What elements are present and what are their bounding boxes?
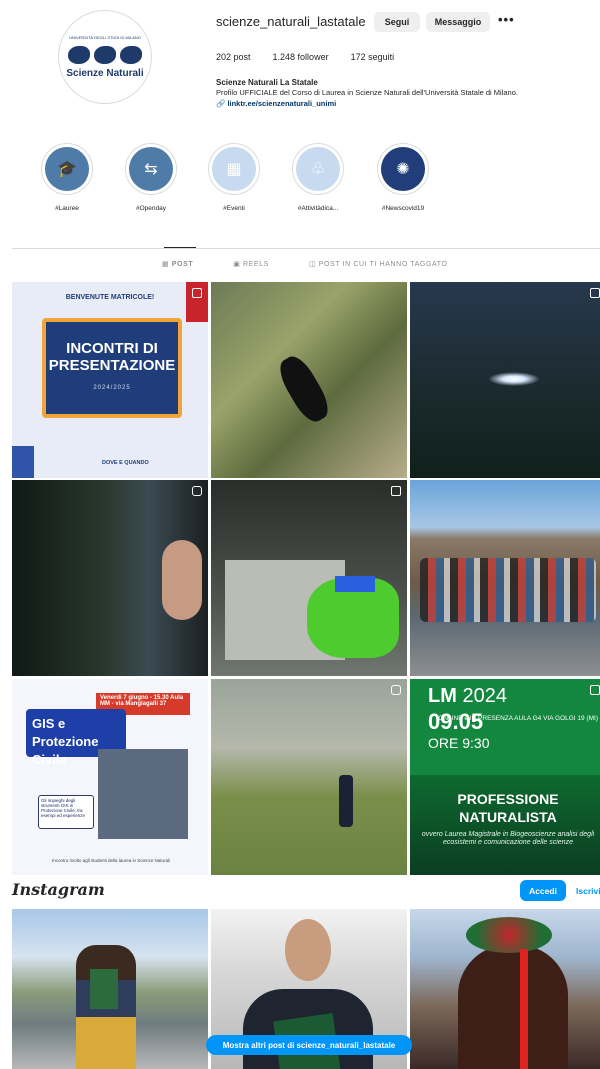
reel-icon xyxy=(192,486,202,496)
profile-username: scienze_naturali_lastatale xyxy=(216,14,366,29)
post-tile-7[interactable]: Venerdì 7 giugno - 15.30 Aula MM - via M… xyxy=(12,679,208,875)
highlight-label: #Newscovid19 xyxy=(381,205,425,212)
reel-icon xyxy=(391,685,401,695)
highlight-label: #Lauree xyxy=(55,205,79,212)
following-count[interactable]: 172 seguiti xyxy=(351,52,395,62)
show-more-posts-button[interactable]: Mostra altri post di scienze_naturali_la… xyxy=(206,1035,412,1055)
post-tile-4[interactable] xyxy=(12,480,208,676)
highlight-label: #Eventi xyxy=(223,205,245,212)
avatar-small-text: UNIVERSITÀ DEGLI STUDI DI MILANO xyxy=(69,35,141,40)
reels-icon: ▣ xyxy=(233,261,241,268)
bio-title: Scienze Naturali La Statale xyxy=(216,78,318,87)
group-photo xyxy=(420,558,596,622)
highlight-lauree[interactable]: 🎓 #Lauree xyxy=(41,143,93,212)
carousel-icon xyxy=(391,486,401,496)
posts-count: 202 post xyxy=(216,52,251,62)
profile-avatar[interactable]: UNIVERSITÀ DEGLI STUDI DI MILANO Scienze… xyxy=(58,10,152,104)
post-tile-9[interactable]: LM 2024 09.05 ORE 9:30 ONLINE e IN PRESE… xyxy=(410,679,600,875)
tab-reels[interactable]: ▣ REELS xyxy=(233,260,269,268)
avatar-text: Scienze Naturali xyxy=(66,68,144,79)
carousel-icon xyxy=(590,288,600,298)
post-year: 2024/2025 xyxy=(93,384,131,391)
grid-icon: ▦ xyxy=(162,261,170,268)
post-text: DOVE E QUANDO xyxy=(102,460,149,466)
headlamps-photo xyxy=(488,372,540,386)
graduation-cap-icon: 🎓 xyxy=(45,147,89,191)
follow-button[interactable]: Segui xyxy=(374,12,420,32)
post-time: ORE 9:30 xyxy=(428,735,490,751)
post-tile-12[interactable] xyxy=(410,909,600,1069)
more-options-icon[interactable]: ••• xyxy=(498,12,515,27)
bio-text: Profilo UFFICIALE del Corso di Laurea in… xyxy=(216,88,518,97)
post-tile-10[interactable] xyxy=(12,909,208,1069)
highlight-attivita[interactable]: ♧ #Attivitàdica... xyxy=(292,143,344,212)
post-tile-6[interactable] xyxy=(410,480,600,676)
followers-count[interactable]: 1.248 follower xyxy=(273,52,329,62)
highlight-label: #Openday xyxy=(136,205,166,212)
tree-icon: ♧ xyxy=(296,147,340,191)
hiker-photo xyxy=(339,775,353,827)
login-button[interactable]: Accedi xyxy=(520,880,566,901)
bio-link[interactable]: 🔗 linktr.ee/scienzenaturali_unimi xyxy=(216,99,336,108)
post-footer: Incontro rivolto agli studenti della lau… xyxy=(52,858,171,863)
tab-post[interactable]: ▦ POST xyxy=(162,260,193,268)
lecture-photo xyxy=(98,749,188,839)
signpost-icon: ⇆ xyxy=(129,147,173,191)
post-subtitle: ovvero Laurea Magistrale in Biogeoscienz… xyxy=(421,831,595,847)
post-text: BENVENUTE MATRICOLE! xyxy=(65,294,155,301)
instagram-logo[interactable]: Instagram xyxy=(12,880,105,899)
post-headline: INCONTRI DI PRESENTAZIONE xyxy=(48,340,176,375)
calendar-icon: ▦ xyxy=(212,147,256,191)
highlight-eventi[interactable]: ▦ #Eventi xyxy=(208,143,260,212)
virus-icon: ✺ xyxy=(381,147,425,191)
post-tile-3[interactable] xyxy=(410,282,600,478)
post-note: Gli impieghi degli strumenti GIS in Prot… xyxy=(38,795,94,829)
carousel-icon xyxy=(590,685,600,695)
salamander-photo xyxy=(273,351,335,427)
highlight-openday[interactable]: ⇆ #Openday xyxy=(125,143,177,212)
profile-tabs: ▦ POST ▣ REELS ◫ POST IN CUI TI HANNO TA… xyxy=(162,260,448,268)
carousel-icon xyxy=(192,288,202,298)
highlight-label: #Attivitàdica... xyxy=(297,205,339,212)
signup-link[interactable]: Iscriviti xyxy=(576,886,600,896)
post-title: PROFESSIONE NATURALISTA xyxy=(457,791,559,825)
chalkboard: INCONTRI DI PRESENTAZIONE 2024/2025 xyxy=(42,318,182,418)
post-tile-1[interactable]: BENVENUTE MATRICOLE! INCONTRI DI PRESENT… xyxy=(12,282,208,478)
post-tile-8[interactable] xyxy=(211,679,407,875)
night-photo xyxy=(162,540,202,620)
graduate-photo xyxy=(458,945,568,1069)
post-tile-2[interactable] xyxy=(211,282,407,478)
tagged-icon: ◫ xyxy=(308,261,317,268)
tabs-divider xyxy=(12,248,600,249)
link-icon: 🔗 xyxy=(216,99,226,108)
active-tab-indicator xyxy=(164,247,196,248)
post-tile-5[interactable] xyxy=(211,480,407,676)
bio-link-text[interactable]: linktr.ee/scienzenaturali_unimi xyxy=(227,99,336,108)
post-location: ONLINE e IN PRESENZA AULA G4 VIA GOLGI 1… xyxy=(438,715,598,722)
avatar-animals-logo xyxy=(68,46,142,64)
tab-tagged[interactable]: ◫ POST IN CUI TI HANNO TAGGATO xyxy=(309,260,448,268)
highlight-newscovid[interactable]: ✺ #Newscovid19 xyxy=(377,143,429,212)
post-lm: LM 2024 xyxy=(428,685,507,707)
message-button[interactable]: Messaggio xyxy=(426,12,490,32)
profile-stats: 202 post 1.248 follower 172 seguiti xyxy=(216,52,394,62)
